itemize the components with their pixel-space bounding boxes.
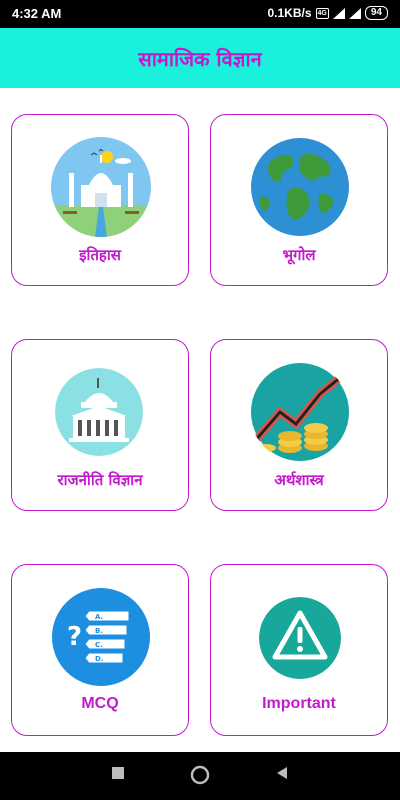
volte-icon: 4G: [315, 7, 329, 19]
card-label-history: इतिहास: [79, 246, 121, 264]
svg-text:C.: C.: [95, 641, 103, 649]
card-label-political-science: राजनीति विज्ञान: [57, 471, 143, 489]
status-indicators: 0.1KB/s 4G 94: [267, 6, 388, 20]
recent-apps-button[interactable]: [111, 766, 125, 780]
app-header: सामाजिक विज्ञान: [0, 28, 400, 88]
status-time: 4:32 AM: [12, 6, 62, 21]
card-label-important: Important: [262, 695, 336, 712]
network-speed: 0.1KB/s: [267, 6, 312, 20]
card-important[interactable]: Important: [210, 564, 388, 736]
warning-triangle-icon: [259, 597, 341, 679]
back-button[interactable]: [275, 766, 289, 780]
status-bar: 4:32 AM 0.1KB/s 4G 94: [0, 0, 400, 28]
battery-icon: 94: [364, 6, 388, 20]
coins-growth-chart-icon: [250, 362, 350, 462]
parliament-building-icon: [55, 368, 143, 456]
home-button[interactable]: [190, 765, 210, 785]
card-mcq[interactable]: ? A. B. C. D. MCQ: [11, 564, 189, 736]
signal-icon: [332, 7, 345, 19]
svg-text:A.: A.: [95, 613, 103, 621]
card-label-economics: अर्थशास्त्र: [274, 471, 324, 489]
navigation-bar: [0, 752, 400, 800]
page-title: सामाजिक विज्ञान: [138, 46, 262, 71]
quiz-options-icon: ? A. B. C. D.: [51, 587, 151, 687]
svg-text:B.: B.: [95, 627, 103, 635]
card-history[interactable]: इतिहास: [11, 114, 189, 286]
battery-level: 94: [370, 7, 382, 18]
card-label-mcq: MCQ: [81, 695, 119, 712]
taj-mahal-icon: [51, 137, 151, 237]
card-political-science[interactable]: राजनीति विज्ञान: [11, 339, 189, 511]
card-economics[interactable]: अर्थशास्त्र: [210, 339, 388, 511]
card-label-geography: भूगोल: [282, 246, 316, 264]
card-geography[interactable]: भूगोल: [210, 114, 388, 286]
svg-text:D.: D.: [95, 655, 103, 663]
globe-icon: [250, 137, 350, 237]
signal-icon-2: [348, 7, 361, 19]
svg-text:?: ?: [67, 622, 82, 652]
